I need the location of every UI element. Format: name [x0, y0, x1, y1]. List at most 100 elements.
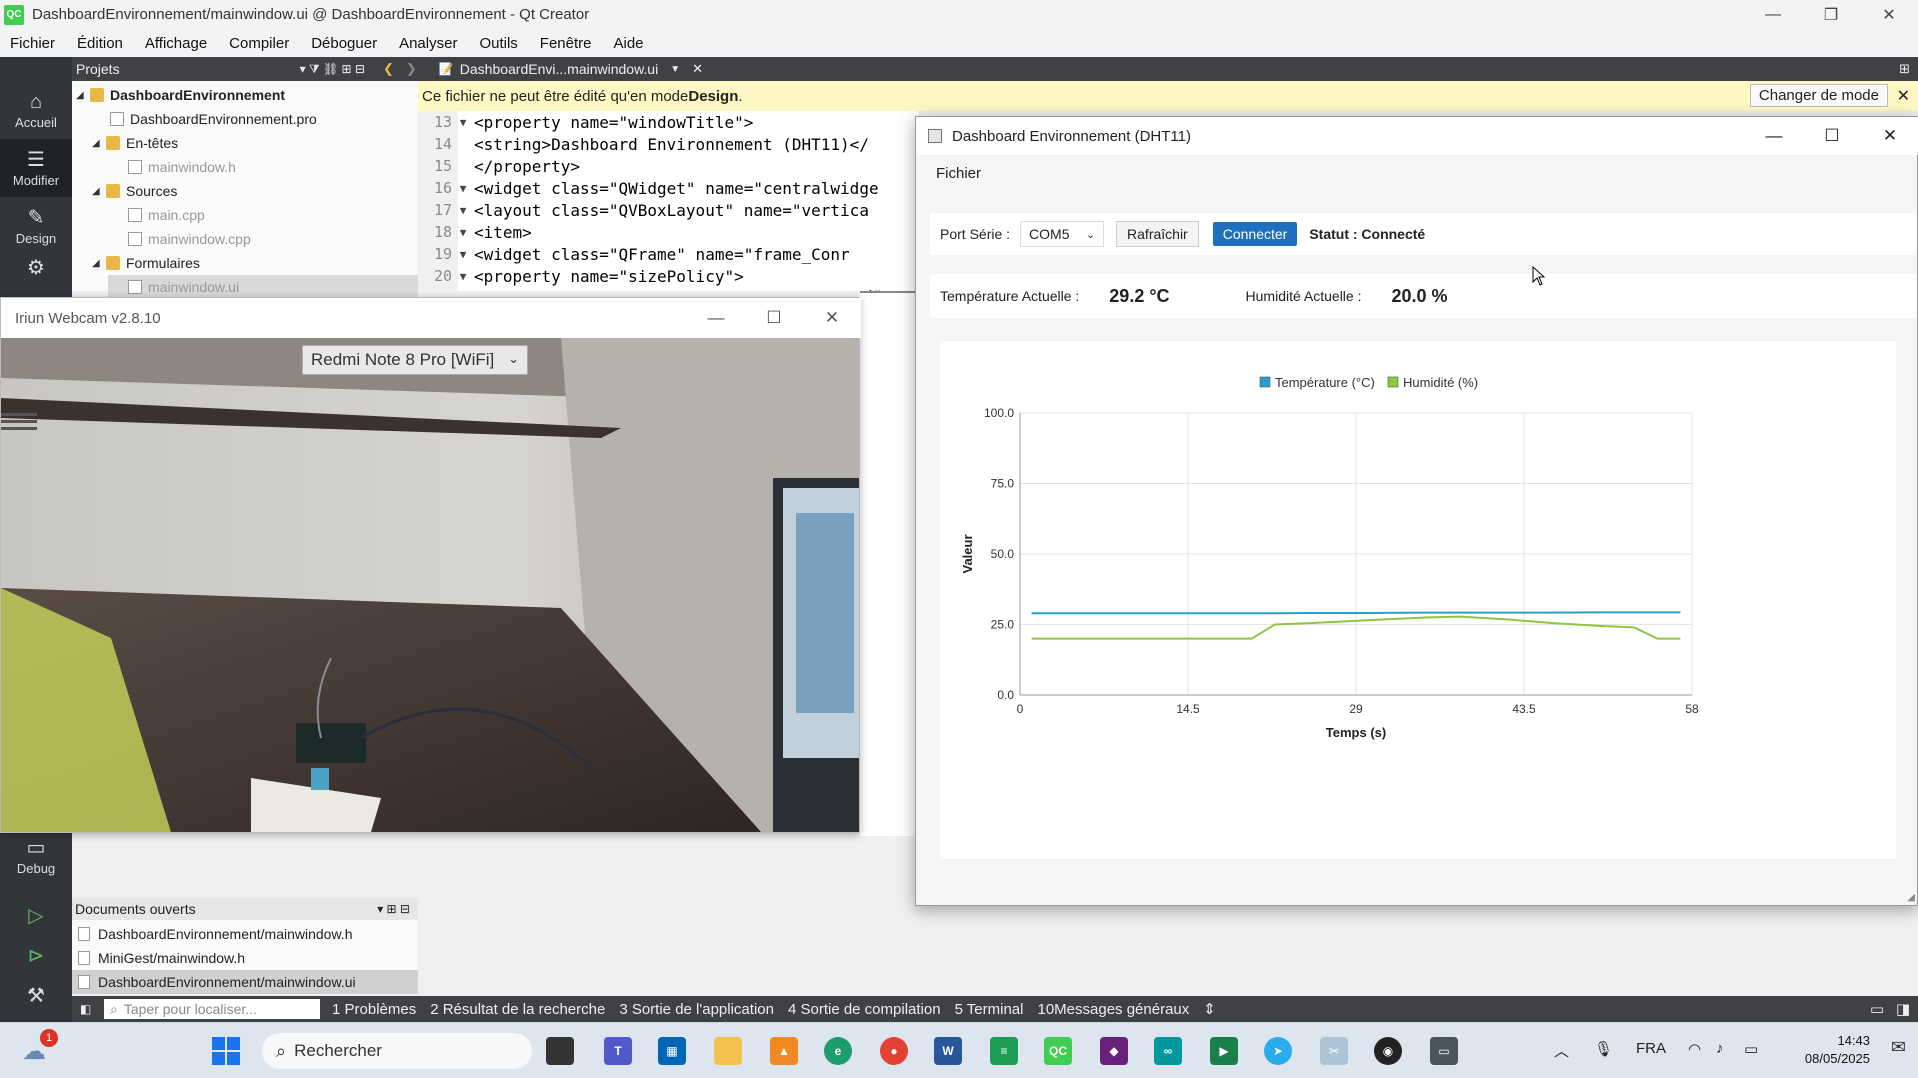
open-doc-item[interactable]: MiniGest/mainwindow.h [72, 946, 418, 970]
menu-affichage[interactable]: Affichage [139, 35, 213, 52]
pane-controls-icon[interactable]: ▾ ⊞ ⊟ [377, 902, 410, 916]
store-icon[interactable]: ▦ [658, 1037, 686, 1065]
change-mode-button[interactable]: Changer de mode [1749, 84, 1888, 107]
split-icon[interactable]: ⊞ [1899, 61, 1910, 77]
output-tab-messages[interactable]: 10Messages généraux [1037, 1001, 1189, 1018]
menu-outils[interactable]: Outils [473, 35, 523, 52]
dashboard-menu-fichier[interactable]: Fichier [936, 165, 981, 182]
tree-item-mainwindow-h[interactable]: mainwindow.h [128, 155, 236, 179]
minimize-icon[interactable]: — [1745, 117, 1803, 155]
menu-edition[interactable]: Édition [71, 35, 129, 52]
visual-studio-icon[interactable]: ◆ [1100, 1037, 1128, 1065]
run-button[interactable]: ▷ [0, 897, 72, 937]
maximize-icon[interactable]: ☐ [745, 298, 803, 338]
mode-debug-top[interactable]: ⚙ [0, 249, 72, 289]
app-icon[interactable]: ▶ [1210, 1037, 1238, 1065]
qt-creator-taskbar-icon[interactable]: QC [1044, 1037, 1072, 1065]
tree-item-headers[interactable]: ◢ En-têtes [92, 131, 178, 155]
collapse-icon[interactable]: ◢ [92, 186, 106, 197]
mode-accueil[interactable]: ⌂ Accueil [0, 81, 72, 139]
fold-icon[interactable]: ▼ [452, 248, 474, 261]
debug-run-button[interactable]: ⊳ [0, 937, 72, 977]
word-icon[interactable]: W [934, 1037, 962, 1065]
close-icon[interactable]: ✕ [1861, 117, 1918, 155]
battery-icon[interactable]: ▭ [1744, 1040, 1758, 1058]
menu-fichier[interactable]: Fichier [4, 35, 61, 52]
infobar-close-icon[interactable]: ✕ [1897, 86, 1910, 106]
refresh-button[interactable]: Rafraîchir [1116, 221, 1199, 247]
tree-item-forms[interactable]: ◢ Formulaires [92, 251, 200, 275]
resize-grip-icon[interactable]: ◢ [1907, 892, 1915, 903]
notification-center-icon[interactable]: ✉ [1891, 1037, 1906, 1058]
close-icon[interactable]: ✕ [803, 298, 861, 338]
notes-icon[interactable]: ≡ [990, 1037, 1018, 1065]
output-tab-search[interactable]: 2 Résultat de la recherche [430, 1001, 605, 1018]
restore-icon[interactable]: ❐ [1802, 0, 1860, 29]
task-view-icon[interactable] [546, 1037, 574, 1065]
output-tab-problems[interactable]: 1 Problèmes [332, 1001, 416, 1018]
fold-icon[interactable]: ▼ [452, 226, 474, 239]
menu-deboguer[interactable]: Déboguer [305, 35, 383, 52]
menu-analyser[interactable]: Analyser [393, 35, 463, 52]
menu-aide[interactable]: Aide [607, 35, 649, 52]
code-editor[interactable]: 13 ▼ <property name="windowTitle"> 14 <st… [418, 111, 918, 306]
language-indicator[interactable]: FRA [1636, 1040, 1666, 1057]
locator-input[interactable]: ⌕ Taper pour localiser... [104, 999, 320, 1019]
mode-modifier[interactable]: ☰ Modifier [0, 139, 72, 197]
open-doc-item[interactable]: DashboardEnvironnement/mainwindow.h [72, 922, 418, 946]
arduino-icon[interactable]: ∞ [1154, 1037, 1182, 1065]
output-more-icon[interactable]: ⇕ [1203, 1000, 1216, 1018]
collapse-icon[interactable]: ◢ [92, 258, 106, 269]
back-arrow-icon[interactable]: ❮ [383, 61, 394, 77]
filter-icon[interactable]: ▾ ⧩ ⛓ ⊞ ⊟ [300, 62, 365, 77]
output-toggle-icon[interactable]: ◨ [1896, 1000, 1910, 1018]
output-tab-compile[interactable]: 4 Sortie de compilation [788, 1001, 941, 1018]
telegram-icon[interactable]: ➤ [1264, 1037, 1292, 1065]
explorer-icon[interactable] [714, 1037, 742, 1065]
volume-icon[interactable]: ♪ [1716, 1040, 1724, 1057]
progress-toggle-icon[interactable]: ▭ [1870, 1000, 1884, 1018]
fold-icon[interactable]: ▼ [452, 270, 474, 283]
port-combobox[interactable]: COM5 ⌄ [1020, 221, 1105, 247]
tree-item-pro[interactable]: DashboardEnvironnement.pro [110, 107, 317, 131]
mode-design[interactable]: ✎ Design [0, 197, 72, 255]
dashboard-app-icon[interactable]: ▭ [1430, 1037, 1458, 1065]
tab-close-icon[interactable]: ✕ [692, 61, 703, 77]
open-doc-item[interactable]: DashboardEnvironnement/mainwindow.ui [72, 970, 418, 994]
tree-item-mainwindow-ui[interactable]: mainwindow.ui [108, 275, 418, 299]
connect-button[interactable]: Connecter [1212, 222, 1298, 246]
mode-debug[interactable]: ▭ Debug [0, 827, 72, 885]
output-tab-app[interactable]: 3 Sortie de l'application [619, 1001, 774, 1018]
vlc-icon[interactable]: ▲ [770, 1037, 798, 1065]
microphone-icon[interactable]: 🎙 [1594, 1040, 1613, 1058]
minimize-icon[interactable]: — [1744, 0, 1802, 29]
menu-compiler[interactable]: Compiler [223, 35, 295, 52]
maximize-icon[interactable]: ☐ [1803, 117, 1861, 155]
menu-fenetre[interactable]: Fenêtre [534, 35, 598, 52]
tree-item-mainwindow-cpp[interactable]: mainwindow.cpp [128, 227, 251, 251]
webcam-app-icon[interactable]: ◉ [1374, 1037, 1402, 1065]
wifi-icon[interactable]: ◠ [1688, 1040, 1701, 1058]
build-button[interactable]: ⚒ [0, 977, 72, 1017]
webcam-device-select[interactable]: Redmi Note 8 Pro [WiFi] ⌄ [302, 345, 528, 375]
tray-chevron-up-icon[interactable]: ︿ [1554, 1040, 1569, 1061]
teams-icon[interactable]: T [604, 1037, 632, 1065]
minimize-icon[interactable]: — [687, 298, 745, 338]
collapse-icon[interactable]: ◢ [92, 138, 106, 149]
forward-arrow-icon[interactable]: ❯ [406, 61, 417, 77]
fold-icon[interactable]: ▼ [452, 204, 474, 217]
output-tab-terminal[interactable]: 5 Terminal [955, 1001, 1024, 1018]
fold-icon[interactable]: ▼ [452, 182, 474, 195]
snipping-icon[interactable]: ✂ [1320, 1037, 1348, 1065]
tab-dropdown-icon[interactable]: ▼ [670, 64, 680, 75]
sidebar-toggle-icon[interactable]: ◧ [80, 1002, 91, 1016]
windows-start-icon[interactable] [212, 1037, 240, 1065]
tree-item-sources[interactable]: ◢ Sources [92, 179, 177, 203]
tree-item-project[interactable]: ◢ DashboardEnvironnement [76, 83, 285, 107]
taskbar-clock[interactable]: 14:43 08/05/2025 [1805, 1032, 1870, 1068]
editor-tab-label[interactable]: DashboardEnvi...mainwindow.ui [460, 61, 658, 77]
chrome-icon[interactable]: ● [880, 1037, 908, 1065]
close-icon[interactable]: ✕ [1860, 0, 1918, 29]
edge-icon[interactable]: e [824, 1037, 852, 1065]
collapse-icon[interactable]: ◢ [76, 90, 90, 101]
